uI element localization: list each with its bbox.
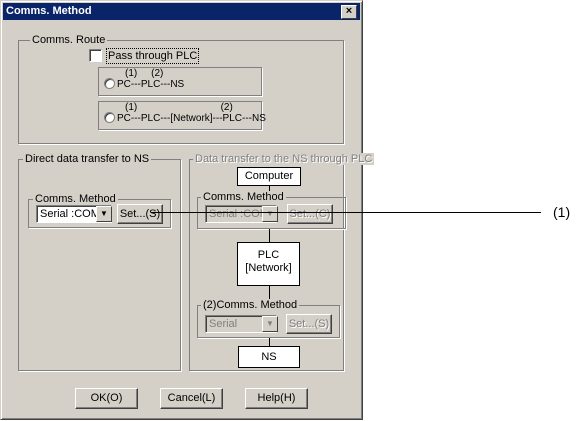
cancel-button[interactable]: Cancel(L)	[160, 388, 223, 409]
direct-method-label: Comms. Method	[33, 193, 118, 205]
pass-through-plc-label: Pass through PLC	[106, 48, 200, 64]
network-box-label: [Network]	[245, 262, 292, 274]
route-option-2-bottom: PC---PLC---[Network]---PLC---NS	[117, 113, 266, 124]
route-option-1-radio[interactable]	[104, 78, 115, 89]
ns-box: NS	[238, 346, 300, 368]
plc-method2-select-value: Serial	[209, 318, 238, 330]
dialog-title: Comms. Method	[3, 3, 360, 20]
close-button[interactable]: ×	[341, 5, 357, 19]
plc-set-button[interactable]: Set...(C)	[287, 204, 333, 224]
direct-set-button[interactable]: Set...(S)	[117, 204, 163, 224]
chevron-down-icon[interactable]: ▼	[262, 206, 278, 222]
connector-line	[269, 338, 270, 346]
comms-route-label: Comms. Route	[30, 34, 108, 46]
callout-line	[151, 212, 541, 213]
route-option-1-top: (1) (2)	[125, 68, 164, 79]
chevron-down-icon[interactable]: ▼	[96, 206, 112, 222]
plc-method2-label: (2)Comms. Method	[201, 299, 300, 311]
route-option-2-top: (1) (2)	[125, 102, 233, 113]
connector-line	[269, 286, 270, 300]
computer-box: Computer	[237, 167, 301, 186]
plc-box-label: PLC	[257, 249, 280, 261]
callout-label: (1)	[553, 204, 571, 220]
close-icon: ×	[345, 5, 353, 17]
help-button[interactable]: Help(H)	[245, 388, 308, 409]
plc-method-label: Comms. Method	[201, 191, 286, 203]
connector-line	[269, 229, 270, 242]
direct-transfer-label: Direct data transfer to NS	[23, 153, 152, 165]
through-plc-label: Data transfer to the NS through PLC	[193, 153, 375, 165]
ok-button[interactable]: OK(O)	[75, 388, 138, 409]
pass-through-plc-checkbox[interactable]	[89, 49, 102, 62]
route-option-2-radio[interactable]	[104, 112, 115, 123]
plc-method2-set-button[interactable]: Set...(S)	[286, 314, 332, 334]
direct-transfer-group	[18, 159, 181, 371]
chevron-down-icon[interactable]: ▼	[262, 316, 278, 332]
route-option-1-bottom: PC---PLC---NS	[117, 79, 185, 90]
plc-box: PLC [Network]	[237, 242, 300, 286]
